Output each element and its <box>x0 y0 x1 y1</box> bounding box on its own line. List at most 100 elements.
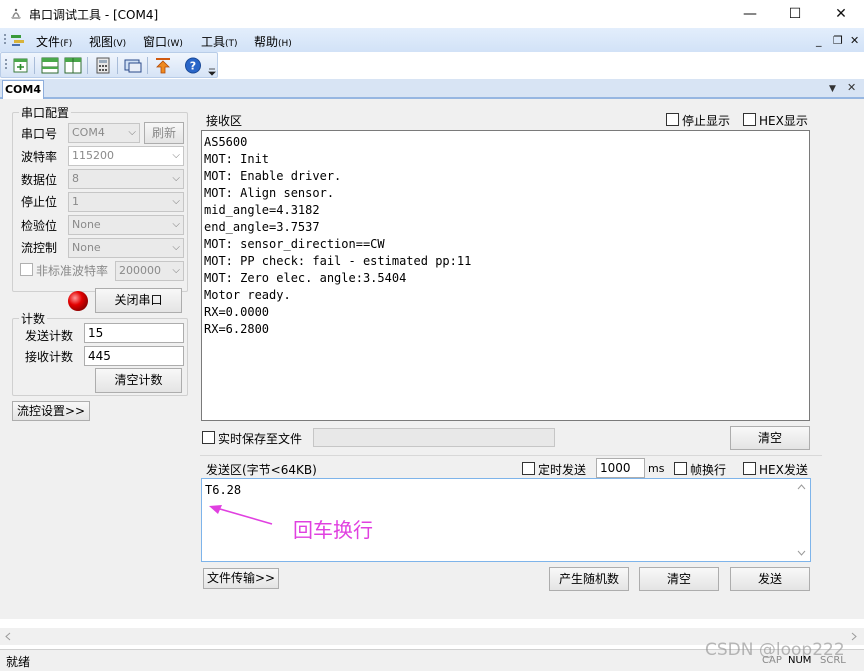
scrl-indicator: SCRL <box>820 655 846 666</box>
port-status-led-icon <box>68 291 88 311</box>
stop-bits-label: 停止位 <box>21 195 58 209</box>
interval-unit: ms <box>648 462 665 475</box>
scroll-left-icon[interactable] <box>5 632 11 641</box>
send-count-field: 15 <box>84 323 184 343</box>
data-bits-select[interactable]: 8 ⌵ <box>68 169 184 189</box>
toolbar-separator <box>117 57 118 74</box>
parity-select[interactable]: None ⌵ <box>68 215 184 235</box>
chevron-down-icon: ⌵ <box>128 127 136 138</box>
window-title: 串口调试工具 - [COM4] <box>29 8 159 22</box>
scroll-up-icon[interactable] <box>797 484 806 490</box>
file-transfer-button[interactable]: 文件传输>> <box>203 568 279 589</box>
clear-receive-button[interactable]: 清空 <box>730 426 810 450</box>
upload-icon[interactable] <box>153 56 173 75</box>
left-panel: 串口配置 串口号 COM4 ⌵ 刷新 波特率 115200 ⌵ 数据位 8 ⌵ 停止位… <box>0 99 196 619</box>
interval-input[interactable]: 1000 <box>596 458 645 478</box>
receive-line: Motor ready. <box>204 288 291 302</box>
calculator-icon[interactable] <box>93 56 113 75</box>
tab-com4[interactable]: COM4 <box>2 80 44 99</box>
toolbar-overflow-icon[interactable] <box>208 68 216 76</box>
chevron-down-icon: ⌵ <box>172 150 180 161</box>
chevron-down-icon: ⌵ <box>172 242 180 253</box>
realtime-save-checkbox[interactable] <box>202 431 215 444</box>
status-bar: 就绪 CSDN @loop222 CAP NUM SCRL <box>0 640 864 671</box>
receive-line: MOT: Align sensor. <box>204 186 335 200</box>
send-vertical-scrollbar[interactable] <box>794 480 809 560</box>
new-window-icon[interactable] <box>11 56 31 75</box>
toolbar: ? <box>0 52 218 78</box>
flow-control-label: 流控制 <box>21 241 58 255</box>
nonstd-baud-checkbox[interactable] <box>20 263 33 276</box>
baud-label: 波特率 <box>21 150 58 164</box>
clear-count-button[interactable]: 清空计数 <box>95 368 182 393</box>
split-vertical-icon[interactable] <box>63 56 83 75</box>
minimize-button[interactable]: — <box>727 0 773 28</box>
menu-tools[interactable]: 工具(T) <box>201 33 238 50</box>
flow-settings-button[interactable]: 流控设置>> <box>12 401 90 421</box>
screen-icon[interactable] <box>123 56 143 75</box>
receive-line: MOT: Zero elec. angle:3.5404 <box>204 271 407 285</box>
close-port-button[interactable]: 关闭串口 <box>95 288 182 313</box>
menu-bar: 文件(F) 视图(V) 窗口(W) 工具(T) 帮助(H) _ ❐ ✕ <box>0 28 864 52</box>
mdi-restore-button[interactable]: ❐ <box>833 34 843 47</box>
app-icon <box>11 8 21 19</box>
chevron-down-icon: ⌵ <box>172 219 180 230</box>
send-button[interactable]: 发送 <box>730 567 810 591</box>
realtime-save-label: 实时保存至文件 <box>218 432 303 446</box>
random-number-button[interactable]: 产生随机数 <box>549 567 629 591</box>
app-menu-icon[interactable] <box>10 32 26 48</box>
port-label: 串口号 <box>21 127 58 141</box>
hex-send-checkbox[interactable] <box>743 462 756 475</box>
menu-help[interactable]: 帮助(H) <box>254 33 292 50</box>
stop-display-checkbox[interactable] <box>666 113 679 126</box>
toolbar-separator <box>34 57 35 74</box>
tab-list-dropdown[interactable]: ▼ <box>829 84 836 94</box>
stop-bits-select[interactable]: 1 ⌵ <box>68 192 184 212</box>
help-icon[interactable]: ? <box>183 56 203 75</box>
menu-view[interactable]: 视图(V) <box>89 33 126 50</box>
send-count-label: 发送计数 <box>25 329 74 343</box>
port-select[interactable]: COM4 ⌵ <box>68 123 140 143</box>
status-ready: 就绪 <box>6 655 31 669</box>
hex-display-label: HEX显示 <box>759 114 808 128</box>
annotation-text: 回车换行 <box>293 518 373 542</box>
scroll-down-icon[interactable] <box>797 550 806 556</box>
mdi-minimize-button[interactable]: _ <box>816 34 822 47</box>
menu-window[interactable]: 窗口(W) <box>143 33 183 50</box>
cap-indicator: CAP <box>762 655 782 666</box>
menu-file[interactable]: 文件(F) <box>36 33 72 50</box>
receive-line: RX=6.2800 <box>204 322 270 336</box>
tab-close-button[interactable]: ✕ <box>847 81 856 94</box>
tab-strip <box>0 79 864 99</box>
receive-text-area[interactable]: AS5600 MOT: Init MOT: Enable driver. MOT: A… <box>201 130 810 421</box>
frame-newline-label: 帧换行 <box>690 463 727 477</box>
annotation-arrow-icon <box>209 505 273 525</box>
receive-line: AS5600 <box>204 135 248 149</box>
flow-control-select[interactable]: None ⌵ <box>68 238 184 258</box>
receive-line: end_angle=3.7537 <box>204 220 320 234</box>
timed-send-label: 定时发送 <box>538 463 587 477</box>
counter-title: 计数 <box>19 310 48 327</box>
mdi-close-button[interactable]: ✕ <box>850 34 859 47</box>
parity-label: 检验位 <box>21 219 58 233</box>
num-indicator: NUM <box>788 655 812 666</box>
title-bar: 串口调试工具 - [COM4] — ☐ ✕ <box>0 0 864 28</box>
hex-display-checkbox[interactable] <box>743 113 756 126</box>
baud-select[interactable]: 115200 ⌵ <box>68 146 184 166</box>
split-horizontal-icon[interactable] <box>40 56 60 75</box>
divider <box>200 455 822 456</box>
clear-send-button[interactable]: 清空 <box>639 567 719 591</box>
send-content: T6.28 <box>205 483 242 497</box>
receive-line: mid_angle=4.3182 <box>204 203 320 217</box>
recv-count-field: 445 <box>84 346 184 366</box>
refresh-button[interactable]: 刷新 <box>144 122 184 144</box>
svg-text:?: ? <box>190 60 196 73</box>
maximize-button[interactable]: ☐ <box>772 0 818 28</box>
nonstd-baud-select[interactable]: 200000 ⌵ <box>115 261 184 281</box>
scroll-right-icon[interactable] <box>851 632 857 641</box>
timed-send-checkbox[interactable] <box>522 462 535 475</box>
frame-newline-checkbox[interactable] <box>674 462 687 475</box>
close-button[interactable]: ✕ <box>818 0 864 28</box>
save-file-path-field[interactable] <box>313 428 555 447</box>
data-bits-label: 数据位 <box>21 173 58 187</box>
